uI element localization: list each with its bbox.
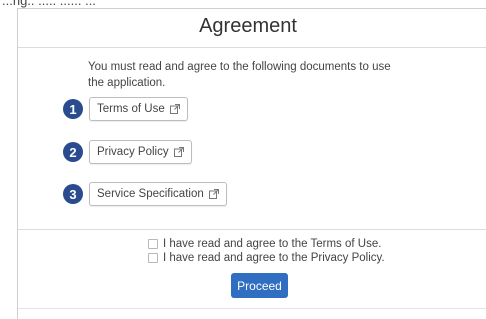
document-row-service: 3 Service Specification bbox=[63, 182, 227, 206]
terms-of-use-link-button[interactable]: Terms of Use bbox=[89, 97, 188, 121]
agree-privacy-label: I have read and agree to the Privacy Pol… bbox=[163, 252, 385, 264]
step-number: 2 bbox=[69, 144, 77, 160]
agree-terms-label: I have read and agree to the Terms of Us… bbox=[163, 238, 382, 250]
service-specification-link-button[interactable]: Service Specification bbox=[89, 182, 227, 206]
step-badge-3: 3 bbox=[63, 184, 83, 204]
top-partial-text-content: ...ng.. ..... ...... ... bbox=[2, 0, 96, 8]
section-divider bbox=[18, 229, 486, 230]
proceed-label: Proceed bbox=[237, 278, 282, 293]
document-row-privacy: 2 Privacy Policy bbox=[63, 140, 192, 164]
dialog-header: Agreement bbox=[18, 9, 486, 48]
privacy-policy-link-button[interactable]: Privacy Policy bbox=[89, 140, 192, 164]
agree-terms-row[interactable]: I have read and agree to the Terms of Us… bbox=[148, 238, 381, 250]
step-badge-1: 1 bbox=[63, 99, 83, 119]
agree-privacy-checkbox[interactable] bbox=[148, 253, 158, 263]
doc-link-label: Privacy Policy bbox=[97, 146, 169, 158]
agree-terms-checkbox[interactable] bbox=[148, 239, 158, 249]
document-row-terms: 1 Terms of Use bbox=[63, 97, 188, 121]
step-number: 3 bbox=[69, 186, 77, 202]
external-link-icon bbox=[169, 104, 180, 114]
step-badge-2: 2 bbox=[63, 142, 83, 162]
external-link-icon bbox=[173, 147, 184, 157]
intro-text: You must read and agree to the following… bbox=[88, 61, 391, 89]
agreement-dialog: Agreement You must read and agree to the… bbox=[17, 8, 486, 319]
external-link-icon bbox=[208, 189, 219, 199]
step-number: 1 bbox=[69, 101, 77, 117]
dialog-title: Agreement bbox=[199, 15, 297, 37]
doc-link-label: Terms of Use bbox=[97, 103, 165, 115]
agree-privacy-row[interactable]: I have read and agree to the Privacy Pol… bbox=[148, 252, 385, 264]
proceed-button[interactable]: Proceed bbox=[231, 273, 288, 298]
doc-link-label: Service Specification bbox=[97, 188, 204, 200]
